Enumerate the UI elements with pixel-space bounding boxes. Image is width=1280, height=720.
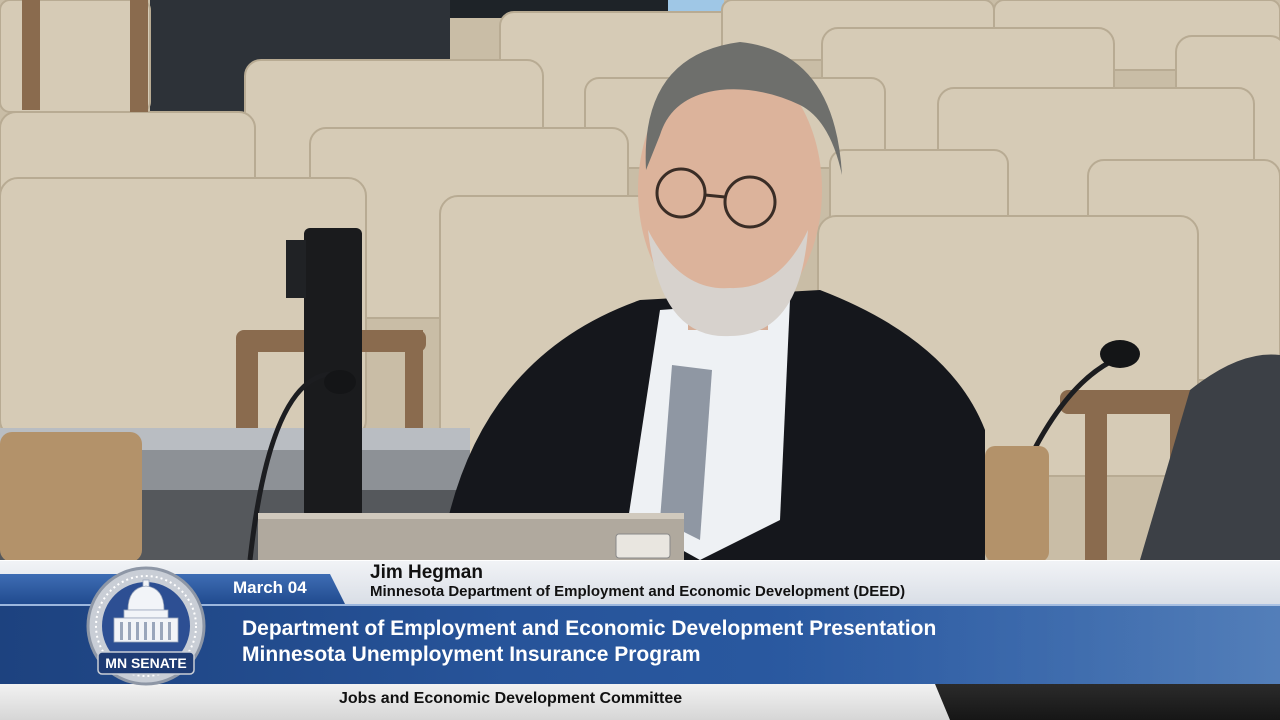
leather-chair-left	[0, 432, 142, 562]
asset-sticker	[615, 533, 671, 559]
broadcast-date: March 04	[233, 578, 307, 597]
title-panel-sheen	[760, 604, 1280, 684]
leather-chair-right	[985, 446, 1049, 562]
speaker-name: Jim Hegman	[370, 562, 483, 583]
speaker-organization: Minnesota Department of Employment and E…	[370, 583, 906, 600]
seal-label: MN SENATE	[105, 655, 186, 671]
mn-senate-seal: MN SENATE	[86, 566, 206, 686]
presentation-title: Department of Employment and Economic De…	[242, 617, 937, 640]
laptop	[258, 513, 684, 563]
committee-name: Jobs and Economic Development Committee	[339, 690, 683, 707]
presentation-subtitle: Minnesota Unemployment Insurance Program	[242, 643, 701, 666]
